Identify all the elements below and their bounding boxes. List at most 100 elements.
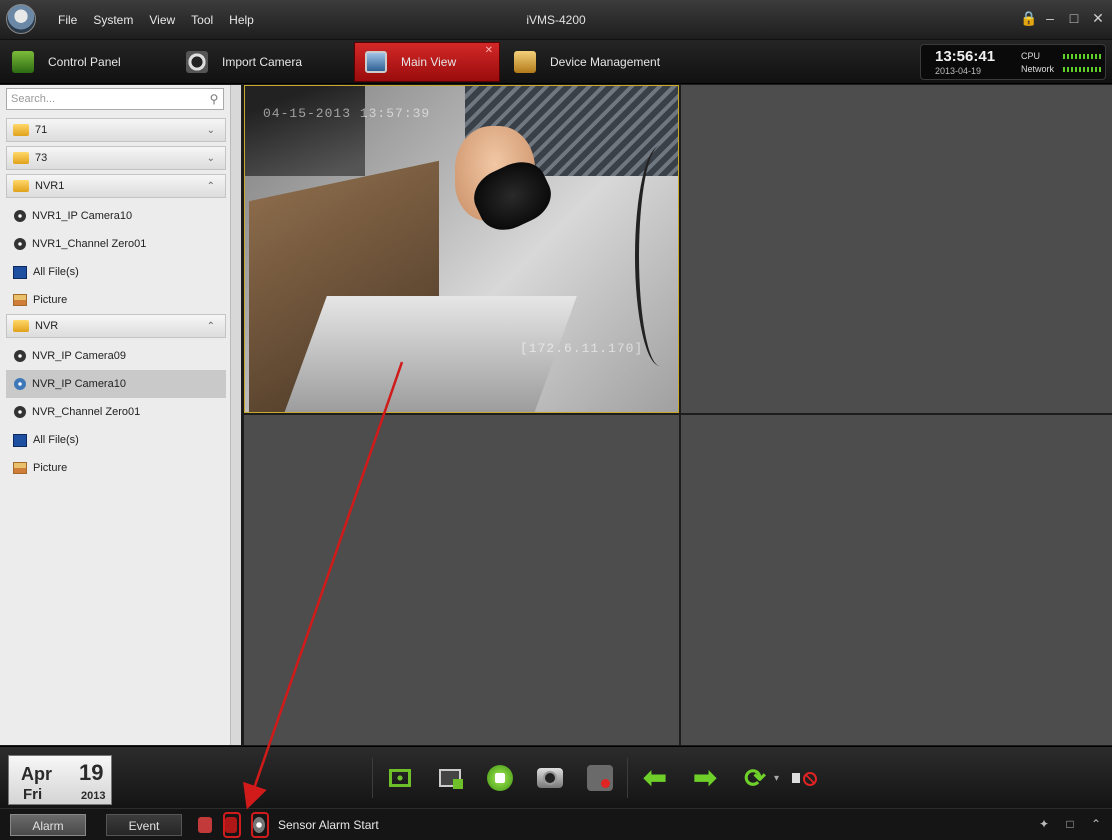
search-input[interactable] — [7, 93, 205, 105]
files-label: All File(s) — [33, 434, 79, 446]
view-toolbar: Apr 19 Fri 2013 ⬅ ➡ ⟳ ▾ — [0, 746, 1112, 808]
group-73[interactable]: 73 ⌄ — [6, 146, 226, 170]
folder-icon — [13, 320, 29, 332]
alarm-output-icon[interactable] — [225, 817, 237, 833]
view-window-4[interactable] — [681, 415, 1112, 745]
sidebar-collapse-handle[interactable] — [230, 85, 241, 745]
menu-file[interactable]: File — [50, 0, 85, 40]
tab-label: Import Camera — [222, 55, 303, 69]
picture-icon — [13, 462, 27, 474]
tab-import-camera[interactable]: Import Camera — [176, 42, 348, 82]
search-icon[interactable]: ⚲ — [205, 92, 223, 106]
camera-item[interactable]: NVR_Channel Zero01 — [6, 398, 226, 426]
picture-item[interactable]: Picture — [6, 286, 226, 314]
camera-label: NVR1_IP Camera10 — [32, 210, 133, 222]
group-label: 71 — [35, 124, 48, 136]
view-window-2[interactable] — [681, 85, 1112, 413]
previous-button[interactable]: ⬅ — [639, 762, 671, 794]
tab-close-icon[interactable]: ✕ — [485, 45, 493, 56]
chevron-down-icon[interactable]: ▾ — [774, 773, 779, 784]
camera-icon — [14, 350, 26, 362]
folder-icon — [13, 152, 29, 164]
picture-item[interactable]: Picture — [6, 454, 226, 482]
pin-icon[interactable]: ✦ — [1036, 816, 1052, 832]
status-bar: Alarm Event Sensor Alarm Start ✦ □ ⌃ — [0, 808, 1112, 840]
tab-label: Control Panel — [48, 55, 121, 69]
osd-ip-address: [172.6.11.170] — [520, 341, 644, 356]
camera-icon — [186, 51, 208, 73]
alarm-sound-icon[interactable] — [198, 817, 212, 833]
maximize-icon[interactable]: □ — [1068, 10, 1080, 26]
fullscreen-icon — [389, 769, 411, 787]
system-status-box: 13:56:41 2013-04-19 CPU Network — [920, 44, 1106, 80]
mute-icon — [792, 768, 818, 788]
chevron-down-icon[interactable]: ⌄ — [207, 153, 215, 164]
status-message: Sensor Alarm Start — [278, 818, 379, 832]
camera-label: NVR_IP Camera09 — [32, 350, 126, 362]
stop-all-icon — [487, 765, 513, 791]
lock-icon[interactable]: 🔒 — [1020, 10, 1037, 26]
group-nvr1[interactable]: NVR1 ⌃ — [6, 174, 226, 198]
cycle-icon: ⟳ — [744, 763, 766, 793]
group-nvr[interactable]: NVR ⌃ — [6, 314, 226, 338]
date-year: 2013 — [81, 790, 106, 802]
minimize-icon[interactable]: – — [1044, 10, 1056, 26]
restore-icon[interactable]: □ — [1062, 816, 1078, 832]
alarm-camera-icon[interactable] — [253, 817, 265, 833]
video-background-shape — [245, 86, 365, 176]
group-71[interactable]: 71 ⌄ — [6, 118, 226, 142]
next-button[interactable]: ➡ — [689, 762, 721, 794]
app-logo-icon — [6, 4, 36, 34]
all-files-item[interactable]: All File(s) — [6, 426, 226, 454]
close-icon[interactable]: ✕ — [1092, 10, 1104, 26]
camera-item[interactable]: NVR1_Channel Zero01 — [6, 230, 226, 258]
search-box: ⚲ — [6, 88, 224, 110]
camera-label: NVR_Channel Zero01 — [32, 406, 141, 418]
menu-view[interactable]: View — [141, 0, 183, 40]
window-split-button[interactable] — [434, 762, 466, 794]
all-files-item[interactable]: All File(s) — [6, 258, 226, 286]
group-label: 73 — [35, 152, 48, 164]
chevron-up-icon[interactable]: ⌃ — [207, 181, 215, 192]
tab-control-panel[interactable]: Control Panel — [2, 42, 172, 82]
folder-icon — [13, 180, 29, 192]
menu-help[interactable]: Help — [221, 0, 262, 40]
cycle-button[interactable]: ⟳ — [739, 762, 771, 794]
camera-item[interactable]: NVR_IP Camera09 — [6, 342, 226, 370]
mute-button[interactable] — [788, 762, 820, 794]
menu-system[interactable]: System — [85, 0, 141, 40]
record-icon — [587, 765, 613, 791]
live-video-feed: 04-15-2013 13:57:39 [172.6.11.170] — [245, 86, 678, 412]
camera-item[interactable]: NVR1_IP Camera10 — [6, 202, 226, 230]
tab-alarm[interactable]: Alarm — [10, 814, 86, 836]
tab-label: Device Management — [550, 55, 661, 69]
view-window-3[interactable] — [244, 415, 679, 745]
toolbar-divider — [372, 758, 373, 798]
camera-icon — [14, 378, 26, 390]
fullscreen-button[interactable] — [384, 762, 416, 794]
group-label: NVR — [35, 320, 59, 332]
clock-date: 2013-04-19 — [935, 66, 982, 76]
window-split-icon — [439, 769, 463, 789]
previous-icon: ⬅ — [643, 762, 667, 793]
capture-button[interactable] — [534, 762, 566, 794]
tab-device-management[interactable]: Device Management — [504, 42, 704, 82]
chevron-down-icon[interactable]: ⌄ — [207, 125, 215, 136]
module-tab-bar: Control Panel Import Camera Main View ✕ … — [0, 40, 1112, 84]
date-month: Apr — [21, 764, 52, 784]
tab-event[interactable]: Event — [106, 814, 182, 836]
stop-all-button[interactable] — [484, 762, 516, 794]
osd-timestamp: 04-15-2013 13:57:39 — [263, 106, 431, 121]
tab-main-view[interactable]: Main View ✕ — [354, 42, 500, 82]
window-controls: 🔒 – □ ✕ — [1020, 10, 1104, 26]
next-icon: ➡ — [693, 762, 717, 793]
view-window-1[interactable]: 04-15-2013 13:57:39 [172.6.11.170] — [244, 85, 679, 413]
cpu-meter — [1063, 54, 1101, 59]
clock-time: 13:56:41 — [935, 48, 996, 65]
expand-up-icon[interactable]: ⌃ — [1088, 816, 1104, 832]
chevron-up-icon[interactable]: ⌃ — [207, 321, 215, 332]
camera-item-selected[interactable]: NVR_IP Camera10 — [6, 370, 226, 398]
camera-icon — [14, 238, 26, 250]
record-button[interactable] — [584, 762, 616, 794]
menu-tool[interactable]: Tool — [183, 0, 221, 40]
